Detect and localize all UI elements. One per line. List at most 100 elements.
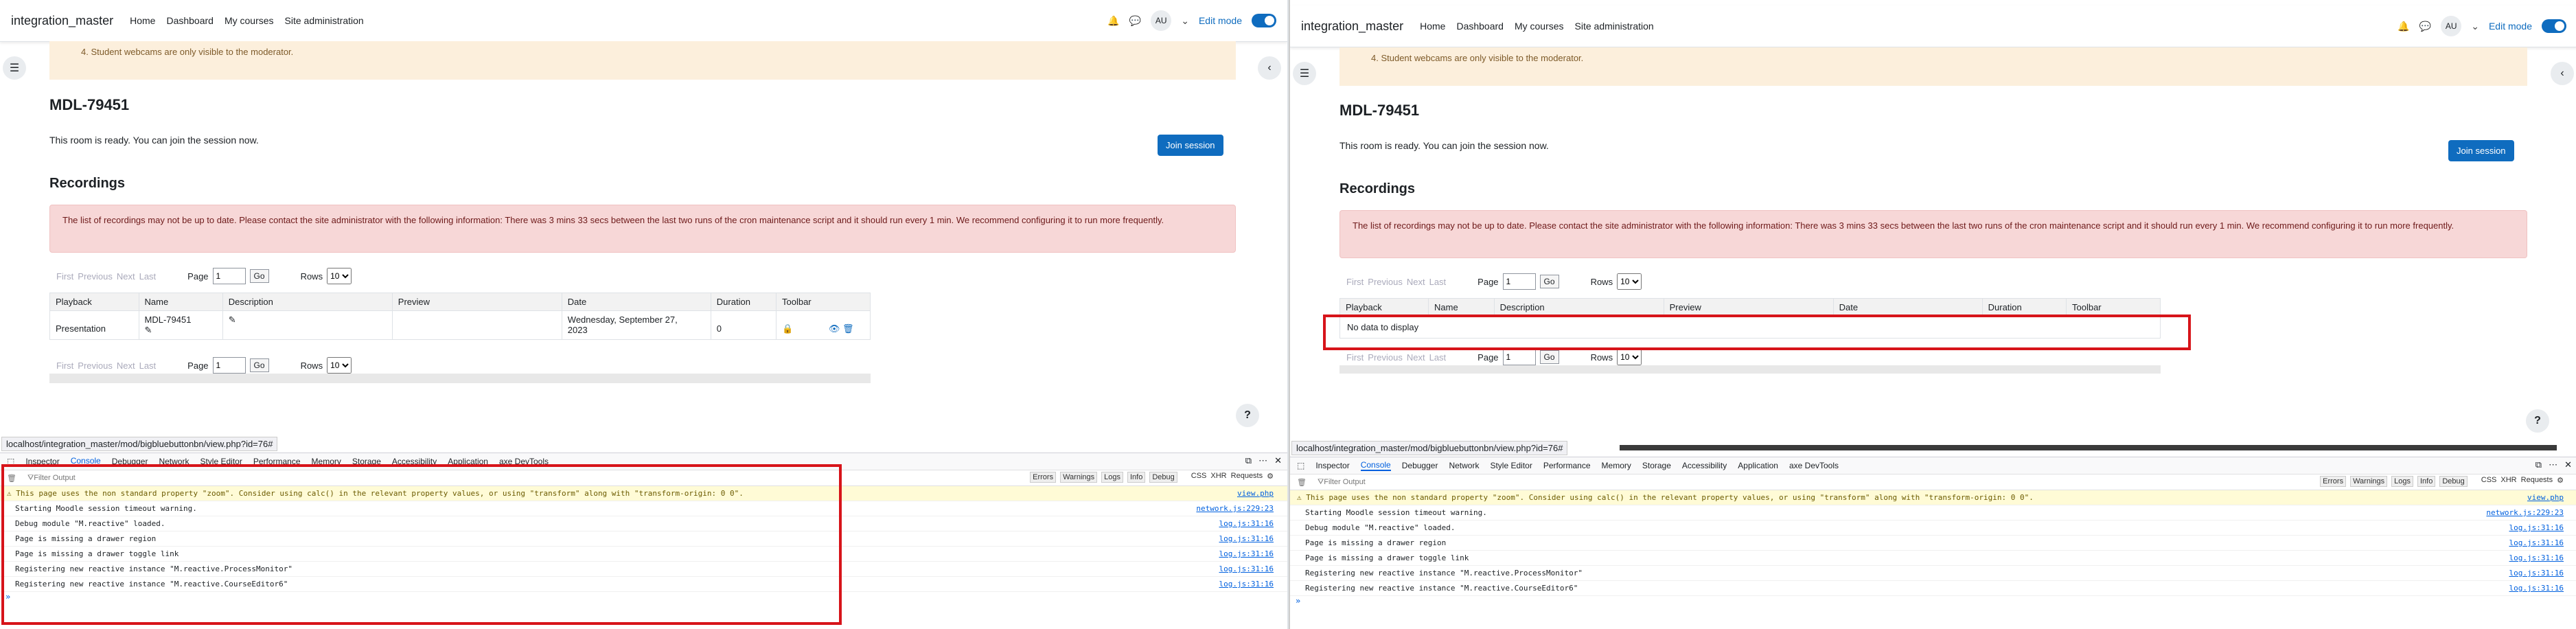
filter-input[interactable]: Filter Output — [34, 474, 76, 482]
tab-application[interactable]: Application — [1738, 461, 1778, 470]
rows-select[interactable]: 10 — [1617, 273, 1642, 290]
close-icon[interactable]: ✕ — [1274, 455, 1282, 466]
tab-accessibility[interactable]: Accessibility — [392, 457, 437, 466]
tab-memory[interactable]: Memory — [312, 457, 341, 466]
tab-inspector[interactable]: Inspector — [1315, 461, 1349, 470]
level-debug[interactable]: Debug — [2439, 476, 2468, 487]
go-button[interactable]: Go — [1539, 350, 1559, 364]
join-session-button[interactable]: Join session — [2448, 140, 2514, 161]
close-icon[interactable]: ✕ — [2564, 459, 2572, 470]
nav-site-administration[interactable]: Site administration — [285, 15, 364, 26]
pager-previous[interactable]: Previous — [1368, 352, 1403, 363]
level-errors[interactable]: Errors — [2320, 476, 2347, 487]
nav-dashboard[interactable]: Dashboard — [166, 15, 214, 26]
tab-debugger[interactable]: Debugger — [112, 457, 148, 466]
filter-css[interactable]: CSS — [2481, 476, 2497, 487]
chat-icon[interactable]: 💬 — [2419, 21, 2431, 32]
tab-console[interactable]: Console — [1360, 460, 1391, 471]
lock-icon[interactable]: 🔒 — [782, 323, 793, 334]
edit-mode-toggle[interactable] — [2542, 19, 2566, 33]
site-brand[interactable]: integration_master — [11, 14, 113, 28]
pager-previous[interactable]: Previous — [78, 271, 113, 282]
tab-performance[interactable]: Performance — [1543, 461, 1591, 470]
filter-xhr[interactable]: XHR — [1210, 472, 1226, 483]
nav-my-courses[interactable]: My courses — [1515, 21, 1564, 32]
level-warnings[interactable]: Warnings — [2350, 476, 2388, 487]
tab-network[interactable]: Network — [159, 457, 189, 466]
more-icon[interactable]: ⋯ — [1258, 455, 1267, 466]
go-button[interactable]: Go — [1539, 275, 1559, 288]
page-input[interactable] — [212, 357, 246, 374]
filter-xhr[interactable]: XHR — [2500, 476, 2516, 487]
pager-next[interactable]: Next — [1407, 277, 1425, 287]
presentation-link[interactable]: Presentation — [56, 323, 106, 334]
level-debug[interactable]: Debug — [1149, 472, 1177, 483]
pager-last[interactable]: Last — [139, 271, 157, 282]
nav-home[interactable]: Home — [130, 15, 155, 26]
rows-select[interactable]: 10 — [327, 357, 352, 374]
level-info[interactable]: Info — [1127, 472, 1146, 483]
pager-first[interactable]: First — [1346, 277, 1364, 287]
pager-last[interactable]: Last — [1429, 352, 1447, 363]
edit-name-pencil-icon[interactable]: ✎ — [145, 325, 152, 335]
tab-network[interactable]: Network — [1449, 461, 1479, 470]
pager-first[interactable]: First — [1346, 352, 1364, 363]
more-icon[interactable]: ⋯ — [2549, 459, 2557, 470]
trash-icon[interactable]: 🗑 — [7, 474, 16, 483]
filter-requests[interactable]: Requests — [1231, 472, 1263, 483]
tab-inspector[interactable]: Inspector — [25, 457, 59, 466]
level-warnings[interactable]: Warnings — [1060, 472, 1098, 483]
tab-accessibility[interactable]: Accessibility — [1682, 461, 1727, 470]
gear-icon[interactable]: ⚙ — [1267, 472, 1274, 483]
nav-my-courses[interactable]: My courses — [225, 15, 274, 26]
page-input[interactable] — [212, 268, 246, 284]
tab-style-editor[interactable]: Style Editor — [200, 457, 242, 466]
nav-home[interactable]: Home — [1420, 21, 1445, 32]
gear-icon[interactable]: ⚙ — [2557, 476, 2564, 487]
bell-icon[interactable]: 🔔 — [2397, 21, 2409, 32]
pick-element-icon[interactable]: ⬚ — [7, 457, 14, 466]
pager-first[interactable]: First — [56, 271, 73, 282]
help-button[interactable]: ? — [1236, 404, 1259, 427]
dock-icon[interactable]: ⧉ — [1245, 455, 1252, 466]
tab-memory[interactable]: Memory — [1602, 461, 1631, 470]
pick-element-icon[interactable]: ⬚ — [1297, 461, 1304, 470]
tab-storage[interactable]: Storage — [352, 457, 381, 466]
go-button[interactable]: Go — [249, 269, 269, 283]
course-index-drawer-button[interactable]: ☰ — [1293, 62, 1316, 85]
rows-select[interactable]: 10 — [1617, 349, 1642, 365]
chevron-down-icon[interactable]: ⌄ — [2471, 21, 2479, 32]
chat-icon[interactable]: 💬 — [1129, 15, 1141, 27]
block-drawer-button[interactable]: ‹ — [1258, 56, 1281, 80]
pager-previous[interactable]: Previous — [78, 361, 113, 371]
filter-input[interactable]: Filter Output — [1324, 478, 1366, 486]
pager-next[interactable]: Next — [117, 271, 135, 282]
help-button[interactable]: ? — [2526, 409, 2549, 433]
bell-icon[interactable]: 🔔 — [1107, 15, 1119, 27]
site-brand[interactable]: integration_master — [1301, 19, 1403, 34]
level-info[interactable]: Info — [2417, 476, 2436, 487]
pager-next[interactable]: Next — [117, 361, 135, 371]
join-session-button[interactable]: Join session — [1158, 135, 1223, 156]
console-input[interactable]: » — [0, 592, 1287, 606]
console-input[interactable]: » — [1290, 596, 2576, 610]
chevron-down-icon[interactable]: ⌄ — [1181, 15, 1189, 27]
filter-css[interactable]: CSS — [1191, 472, 1207, 483]
user-avatar[interactable]: AU — [1151, 10, 1172, 31]
user-avatar[interactable]: AU — [2441, 16, 2462, 36]
page-input[interactable] — [1502, 273, 1536, 290]
level-logs[interactable]: Logs — [2391, 476, 2413, 487]
tab-performance[interactable]: Performance — [253, 457, 301, 466]
pager-previous[interactable]: Previous — [1368, 277, 1403, 287]
tab-storage[interactable]: Storage — [1642, 461, 1671, 470]
dock-icon[interactable]: ⧉ — [2535, 459, 2542, 470]
tab-style-editor[interactable]: Style Editor — [1490, 461, 1532, 470]
tab-application[interactable]: Application — [448, 457, 488, 466]
course-index-drawer-button[interactable]: ☰ — [3, 56, 26, 80]
block-drawer-button[interactable]: ‹ — [2551, 62, 2574, 85]
edit-mode-toggle[interactable] — [1252, 14, 1276, 27]
tab-axe-devtools[interactable]: axe DevTools — [499, 457, 549, 466]
tab-console[interactable]: Console — [70, 456, 101, 467]
eye-icon[interactable]: 👁 — [829, 323, 840, 334]
scrollbar[interactable] — [1620, 445, 2557, 450]
